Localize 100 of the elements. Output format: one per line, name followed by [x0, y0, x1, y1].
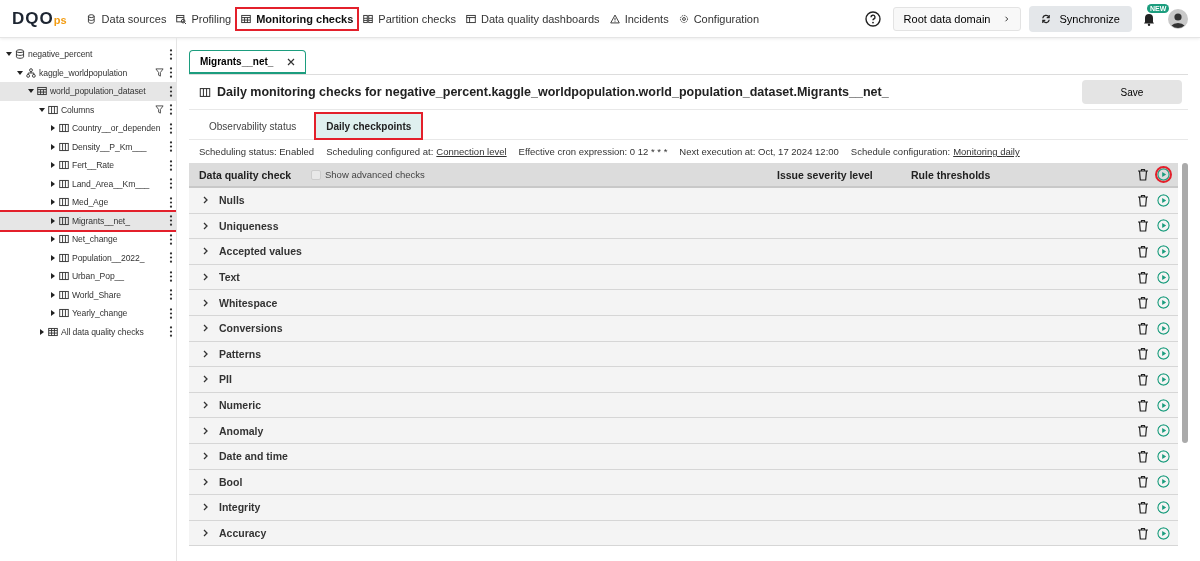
caret-right-icon[interactable]	[50, 125, 56, 132]
kebab-menu-icon[interactable]	[169, 270, 173, 282]
nav-link[interactable]: Incidents	[605, 8, 673, 29]
trash-icon[interactable]	[1137, 270, 1149, 284]
kebab-menu-icon[interactable]	[169, 67, 173, 79]
trash-icon[interactable]	[1137, 347, 1149, 361]
caret-right-icon[interactable]	[50, 162, 56, 169]
caret-down-icon[interactable]	[39, 106, 45, 113]
check-category-row[interactable]: Bool	[189, 469, 1178, 496]
trash-icon[interactable]	[1137, 449, 1149, 463]
tree-item[interactable]: Columns	[0, 100, 176, 119]
tree-item[interactable]: All data quality checks	[0, 322, 176, 341]
chevron-icon[interactable]	[203, 273, 209, 282]
kebab-menu-icon[interactable]	[169, 215, 173, 227]
check-category-row[interactable]: Whitespace	[189, 290, 1178, 316]
check-category-row[interactable]: Integrity	[189, 495, 1178, 521]
tree-item[interactable]: Med_Age	[0, 193, 176, 212]
nav-link[interactable]: Monitoring checks	[237, 8, 358, 29]
trash-icon[interactable]	[1137, 424, 1149, 438]
kebab-menu-icon[interactable]	[169, 233, 173, 245]
play-icon[interactable]	[1157, 526, 1170, 540]
play-icon[interactable]	[1157, 270, 1170, 284]
trash-icon[interactable]	[1137, 193, 1149, 207]
trash-icon[interactable]	[1137, 500, 1149, 514]
trash-icon[interactable]	[1137, 168, 1149, 181]
check-category-row[interactable]: Numeric	[189, 392, 1178, 419]
tree-item[interactable]: Land_Area__Km___	[0, 174, 176, 193]
tree-item[interactable]: Country__or_dependen	[0, 119, 176, 138]
kebab-menu-icon[interactable]	[169, 141, 173, 153]
chevron-icon[interactable]	[203, 221, 209, 230]
kebab-menu-icon[interactable]	[169, 178, 173, 190]
nav-link[interactable]: Partition checks	[359, 8, 460, 29]
trash-icon[interactable]	[1137, 526, 1149, 540]
chevron-icon[interactable]	[203, 477, 209, 486]
check-category-row[interactable]: Accepted values	[189, 239, 1178, 265]
play-icon[interactable]	[1157, 475, 1170, 489]
kebab-menu-icon[interactable]	[169, 196, 173, 208]
caret-right-icon[interactable]	[39, 328, 45, 335]
play-icon[interactable]	[1157, 424, 1170, 438]
play-icon[interactable]	[1157, 168, 1170, 181]
trash-icon[interactable]	[1137, 475, 1149, 489]
tree-item[interactable]: World_Share	[0, 285, 176, 304]
kebab-menu-icon[interactable]	[169, 307, 173, 319]
bell-icon[interactable]	[1142, 11, 1156, 26]
caret-right-icon[interactable]	[50, 217, 56, 224]
tree-item[interactable]: Yearly_change	[0, 304, 176, 323]
play-icon[interactable]	[1157, 449, 1170, 463]
chevron-icon[interactable]	[203, 349, 209, 358]
kebab-menu-icon[interactable]	[169, 289, 173, 301]
schedule-link[interactable]: Monitoring daily	[953, 146, 1020, 157]
play-icon[interactable]	[1157, 321, 1170, 335]
synchronize-button[interactable]: Synchronize	[1029, 5, 1132, 32]
check-category-row[interactable]: Conversions	[189, 315, 1178, 342]
kebab-menu-icon[interactable]	[169, 252, 173, 264]
check-category-row[interactable]: PII	[189, 367, 1178, 393]
domain-button[interactable]: Root data domain	[892, 6, 1022, 31]
caret-right-icon[interactable]	[50, 236, 56, 243]
check-category-row[interactable]: Text	[189, 264, 1178, 291]
play-icon[interactable]	[1157, 398, 1170, 412]
caret-right-icon[interactable]	[50, 310, 56, 317]
kebab-menu-icon[interactable]	[169, 104, 173, 116]
nav-link[interactable]: Profiling	[172, 8, 236, 29]
tab[interactable]: Daily checkpoints	[316, 114, 422, 138]
trash-icon[interactable]	[1137, 321, 1149, 335]
trash-icon[interactable]	[1137, 398, 1149, 412]
tree-item[interactable]: world_population_dataset	[0, 82, 176, 101]
caret-right-icon[interactable]	[50, 291, 56, 298]
chevron-icon[interactable]	[203, 426, 209, 435]
play-icon[interactable]	[1157, 347, 1170, 361]
scrollbar[interactable]	[1182, 163, 1188, 443]
trash-icon[interactable]	[1137, 372, 1149, 386]
play-icon[interactable]	[1157, 219, 1170, 233]
check-category-row[interactable]: Nulls	[189, 188, 1178, 214]
play-icon[interactable]	[1157, 245, 1170, 258]
chevron-icon[interactable]	[203, 298, 209, 307]
chevron-icon[interactable]	[203, 247, 209, 256]
tree-item[interactable]: Density__P_Km___	[0, 137, 176, 156]
kebab-menu-icon[interactable]	[169, 122, 173, 134]
tree-item[interactable]: Fert__Rate	[0, 156, 176, 175]
chevron-icon[interactable]	[203, 503, 209, 512]
filter-icon[interactable]	[155, 105, 164, 115]
caret-right-icon[interactable]	[50, 143, 56, 150]
caret-right-icon[interactable]	[50, 180, 56, 187]
nav-link[interactable]: Data sources	[82, 8, 171, 29]
caret-down-icon[interactable]	[6, 51, 12, 58]
nav-link[interactable]: Configuration	[674, 8, 764, 29]
play-icon[interactable]	[1157, 372, 1170, 386]
kebab-menu-icon[interactable]	[169, 159, 173, 171]
checkbox[interactable]	[311, 169, 321, 180]
check-category-row[interactable]: Accuracy	[189, 520, 1178, 547]
caret-down-icon[interactable]	[17, 69, 23, 76]
play-icon[interactable]	[1157, 296, 1170, 310]
caret-right-icon[interactable]	[50, 199, 56, 206]
kebab-menu-icon[interactable]	[169, 326, 173, 338]
caret-right-icon[interactable]	[50, 273, 56, 280]
save-button[interactable]: Save	[1082, 80, 1182, 104]
help-icon[interactable]	[864, 10, 881, 27]
kebab-menu-icon[interactable]	[169, 48, 173, 60]
tree-item[interactable]: Urban_Pop__	[0, 267, 176, 286]
check-category-row[interactable]: Anomaly	[189, 418, 1178, 444]
